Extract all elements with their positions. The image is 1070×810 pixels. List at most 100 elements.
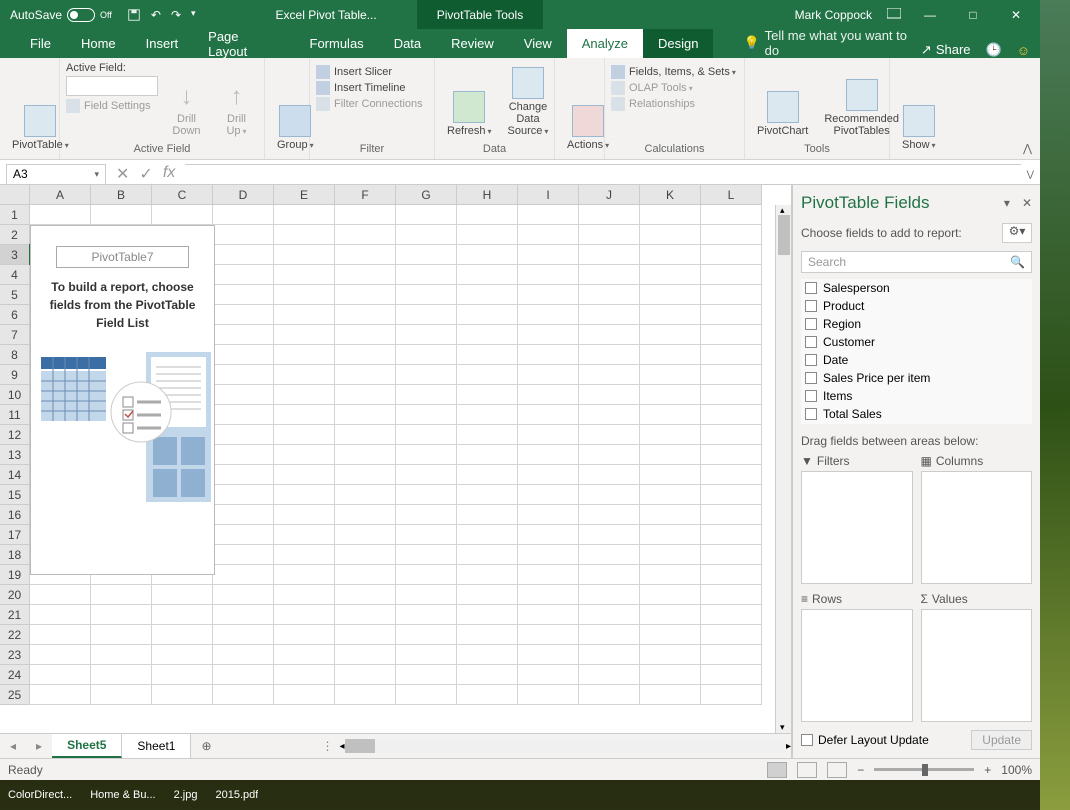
cell[interactable]: [274, 325, 335, 345]
cell[interactable]: [579, 645, 640, 665]
cell[interactable]: [579, 405, 640, 425]
cell[interactable]: [335, 565, 396, 585]
row-header[interactable]: 12: [0, 425, 30, 445]
cell[interactable]: [457, 365, 518, 385]
zoom-in-button[interactable]: +: [984, 763, 991, 777]
field-item[interactable]: Total Sales: [801, 405, 1032, 423]
cell[interactable]: [640, 565, 701, 585]
cell[interactable]: [335, 365, 396, 385]
cell[interactable]: [335, 265, 396, 285]
refresh-button[interactable]: Refresh: [441, 62, 498, 141]
cell[interactable]: [640, 345, 701, 365]
cell[interactable]: [518, 225, 579, 245]
cell[interactable]: [579, 585, 640, 605]
tab-insert[interactable]: Insert: [131, 29, 194, 58]
insert-timeline-button[interactable]: Insert Timeline: [316, 80, 423, 96]
cell[interactable]: [579, 425, 640, 445]
insert-slicer-button[interactable]: Insert Slicer: [316, 64, 423, 80]
cell[interactable]: [518, 545, 579, 565]
cell[interactable]: [152, 625, 213, 645]
cell[interactable]: [396, 265, 457, 285]
tab-page-layout[interactable]: Page Layout: [193, 29, 294, 58]
cell[interactable]: [457, 685, 518, 705]
cell[interactable]: [518, 305, 579, 325]
cell[interactable]: [640, 605, 701, 625]
field-item[interactable]: Salesperson: [801, 279, 1032, 297]
cell[interactable]: [518, 445, 579, 465]
row-header[interactable]: 1: [0, 205, 30, 225]
cell[interactable]: [457, 245, 518, 265]
cell[interactable]: [579, 505, 640, 525]
cell[interactable]: [213, 505, 274, 525]
cell[interactable]: [152, 645, 213, 665]
cell[interactable]: [274, 205, 335, 225]
cell[interactable]: [701, 585, 762, 605]
cell[interactable]: [213, 385, 274, 405]
cell[interactable]: [640, 245, 701, 265]
cell[interactable]: [518, 625, 579, 645]
cell[interactable]: [579, 205, 640, 225]
cell[interactable]: [701, 245, 762, 265]
cell[interactable]: [518, 645, 579, 665]
cell[interactable]: [457, 525, 518, 545]
save-icon[interactable]: [127, 8, 141, 22]
user-name[interactable]: Mark Coppock: [795, 8, 872, 22]
redo-icon[interactable]: ↷: [171, 8, 181, 22]
cell[interactable]: [518, 465, 579, 485]
cell[interactable]: [396, 685, 457, 705]
cell[interactable]: [274, 585, 335, 605]
cell[interactable]: [457, 625, 518, 645]
cell[interactable]: [30, 665, 91, 685]
cell[interactable]: [213, 205, 274, 225]
cell[interactable]: [457, 545, 518, 565]
field-checkbox[interactable]: [805, 372, 817, 384]
cell[interactable]: [701, 505, 762, 525]
zoom-slider[interactable]: [874, 768, 974, 771]
cell[interactable]: [701, 545, 762, 565]
cell[interactable]: [579, 225, 640, 245]
cell[interactable]: [396, 345, 457, 365]
cell[interactable]: [274, 485, 335, 505]
qat-more-icon[interactable]: ▾: [191, 8, 196, 22]
cell[interactable]: [640, 425, 701, 445]
select-all-corner[interactable]: [0, 185, 30, 205]
collapse-ribbon-icon[interactable]: ⋀: [1015, 138, 1040, 159]
cell[interactable]: [518, 405, 579, 425]
cell[interactable]: [579, 565, 640, 585]
cell[interactable]: [640, 265, 701, 285]
row-header[interactable]: 7: [0, 325, 30, 345]
row-header[interactable]: 16: [0, 505, 30, 525]
undo-icon[interactable]: ↶: [151, 8, 161, 22]
cell[interactable]: [396, 645, 457, 665]
cell[interactable]: [396, 445, 457, 465]
cell[interactable]: [213, 445, 274, 465]
cell[interactable]: [518, 565, 579, 585]
cell[interactable]: [579, 245, 640, 265]
cell[interactable]: [518, 665, 579, 685]
name-box[interactable]: A3▾: [6, 164, 106, 185]
row-header[interactable]: 18: [0, 545, 30, 565]
cell[interactable]: [30, 625, 91, 645]
cell[interactable]: [457, 345, 518, 365]
tab-review[interactable]: Review: [436, 29, 509, 58]
cell[interactable]: [335, 505, 396, 525]
cell[interactable]: [152, 605, 213, 625]
field-checkbox[interactable]: [805, 282, 817, 294]
cell[interactable]: [152, 585, 213, 605]
cell[interactable]: [518, 425, 579, 445]
row-header[interactable]: 20: [0, 585, 30, 605]
sheet-tab-sheet1[interactable]: Sheet1: [122, 734, 191, 758]
cell[interactable]: [457, 225, 518, 245]
row-header[interactable]: 24: [0, 665, 30, 685]
row-header[interactable]: 5: [0, 285, 30, 305]
cell[interactable]: [213, 345, 274, 365]
sheet-tab-sheet5[interactable]: Sheet5: [52, 734, 122, 758]
cell[interactable]: [213, 465, 274, 485]
cell[interactable]: [396, 505, 457, 525]
cell[interactable]: [396, 385, 457, 405]
cell[interactable]: [152, 685, 213, 705]
cell[interactable]: [579, 325, 640, 345]
column-header[interactable]: F: [335, 185, 396, 205]
area-filters-box[interactable]: [801, 471, 913, 584]
cell[interactable]: [457, 645, 518, 665]
